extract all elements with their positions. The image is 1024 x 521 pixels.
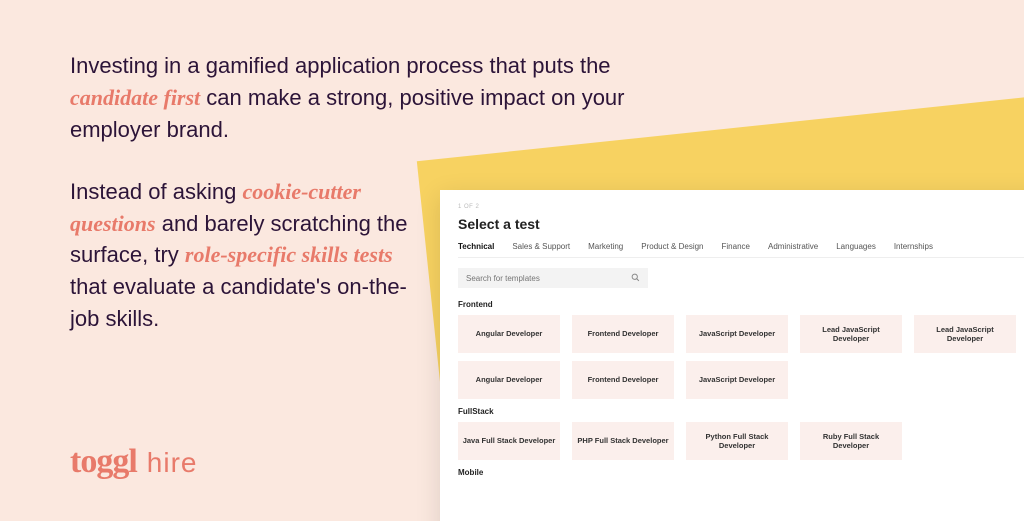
tab-product-design[interactable]: Product & Design <box>641 242 703 251</box>
template-card[interactable]: Angular Developer <box>458 361 560 399</box>
emphasis-role-specific: role-specific skills tests <box>185 242 393 267</box>
template-card[interactable]: Frontend Developer <box>572 361 674 399</box>
template-card[interactable]: Lead JavaScript Developer <box>800 315 902 353</box>
frontend-row-2: Angular Developer Frontend Developer Jav… <box>458 361 1024 399</box>
fullstack-row-1: Java Full Stack Developer PHP Full Stack… <box>458 422 1024 460</box>
section-mobile-label: Mobile <box>458 468 1024 477</box>
marketing-copy: Investing in a gamified application proc… <box>70 50 630 365</box>
search-icon <box>631 273 640 284</box>
tab-administrative[interactable]: Administrative <box>768 242 818 251</box>
template-card[interactable]: Java Full Stack Developer <box>458 422 560 460</box>
text: Instead of asking <box>70 179 242 204</box>
template-card[interactable]: PHP Full Stack Developer <box>572 422 674 460</box>
brand-logo: toggl hire <box>70 443 197 481</box>
paragraph-1: Investing in a gamified application proc… <box>70 50 630 146</box>
template-card[interactable]: JavaScript Developer <box>686 315 788 353</box>
logo-brand-text: toggl <box>70 443 137 481</box>
emphasis-candidate-first: candidate first <box>70 85 200 110</box>
tab-languages[interactable]: Languages <box>836 242 876 251</box>
template-card[interactable]: JavaScript Developer <box>686 361 788 399</box>
logo-product-text: hire <box>147 447 198 479</box>
template-card[interactable]: Lead JavaScript Developer <box>914 315 1016 353</box>
paragraph-2: Instead of asking cookie-cutter question… <box>70 176 430 335</box>
section-fullstack-label: FullStack <box>458 407 1024 416</box>
tab-internships[interactable]: Internships <box>894 242 933 251</box>
template-card[interactable]: Ruby Full Stack Developer <box>800 422 902 460</box>
text: that evaluate a candidate's on-the-job s… <box>70 274 407 331</box>
text: Investing in a gamified application proc… <box>70 53 611 78</box>
tab-finance[interactable]: Finance <box>722 242 750 251</box>
template-card[interactable]: Python Full Stack Developer <box>686 422 788 460</box>
